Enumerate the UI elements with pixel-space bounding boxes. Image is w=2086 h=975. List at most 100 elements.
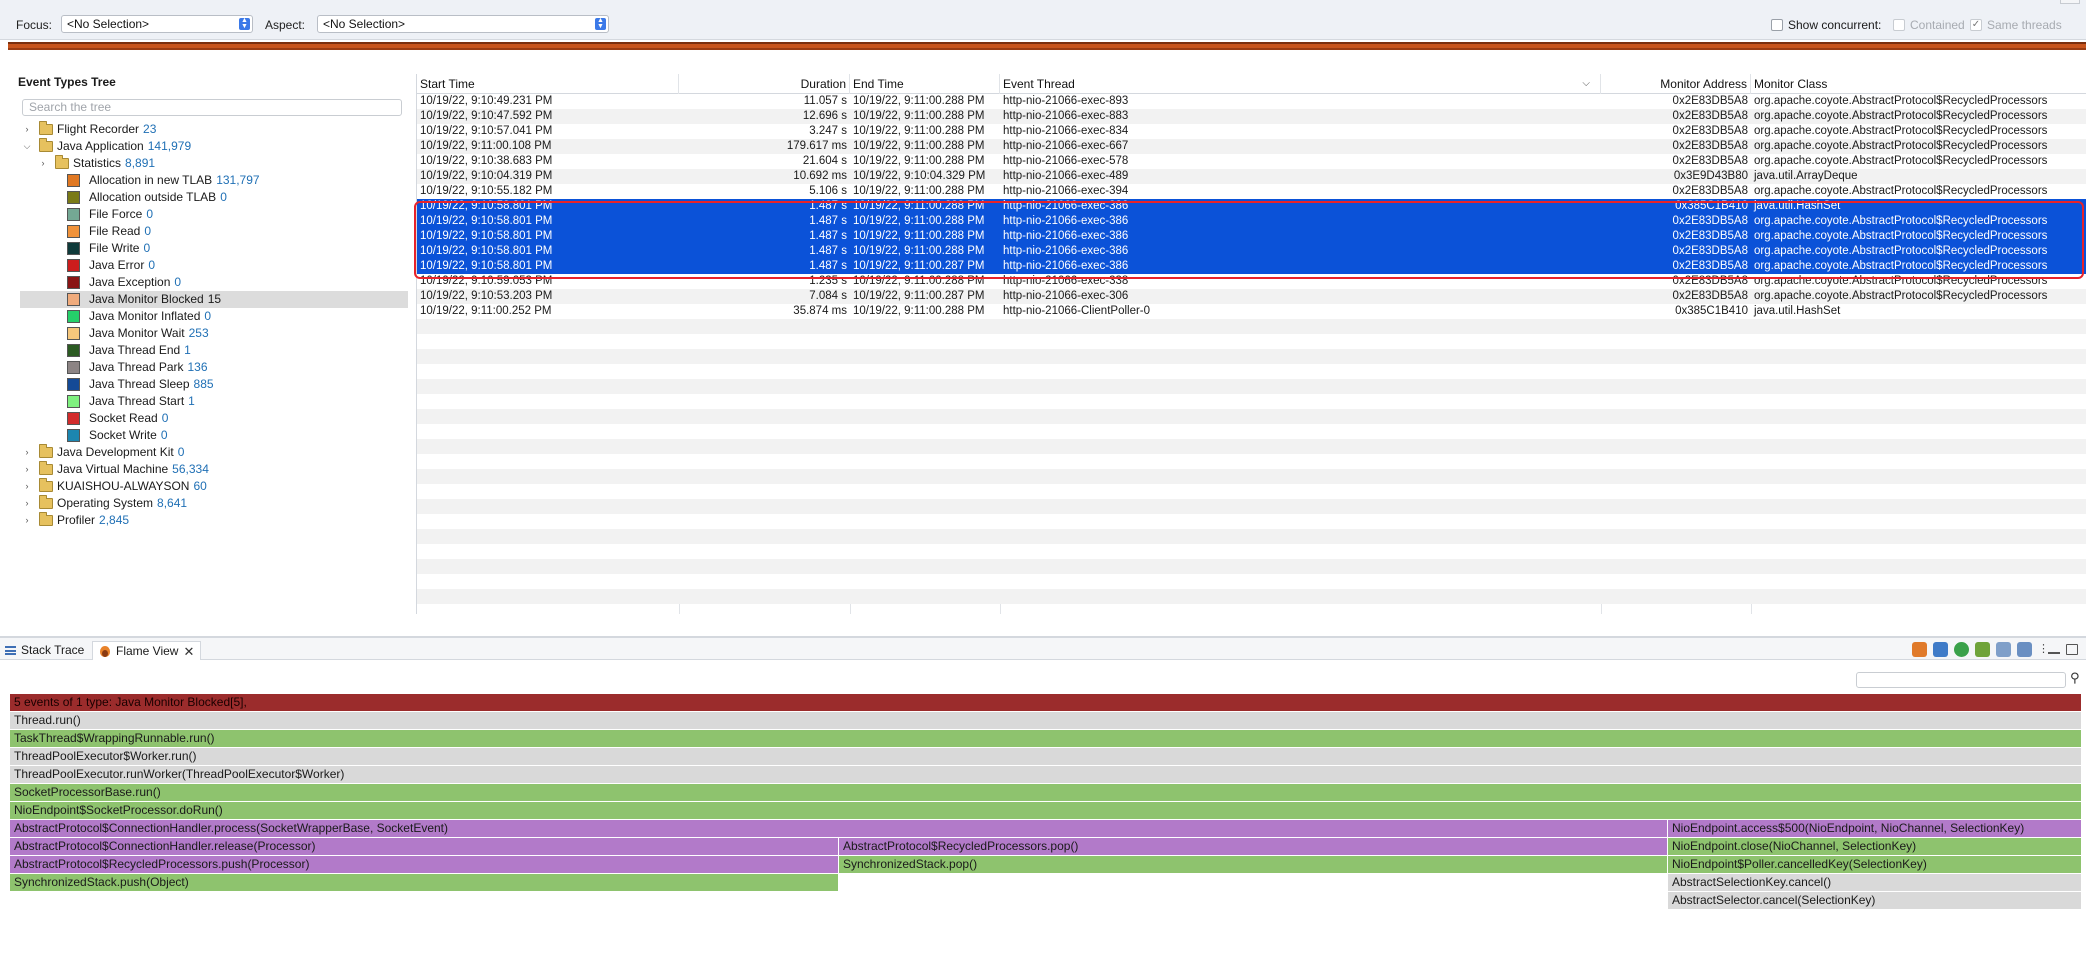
print-icon[interactable]: [2017, 642, 2032, 657]
tree-item[interactable]: File Read 0: [14, 223, 404, 240]
event-color-swatch: [67, 259, 80, 272]
flame-frame[interactable]: SynchronizedStack.push(Object): [10, 874, 839, 891]
chevron-right-icon[interactable]: ›: [22, 461, 32, 478]
same-threads-checkbox[interactable]: ✓ Same threads: [1970, 18, 2062, 32]
flame-frame[interactable]: AbstractSelectionKey.cancel(): [1668, 874, 2082, 891]
flame-frame[interactable]: 5 events of 1 type: Java Monitor Blocked…: [10, 694, 2082, 711]
flame-frame[interactable]: SocketProcessorBase.run(): [10, 784, 2082, 801]
run-icon[interactable]: [1954, 642, 1969, 657]
tree-item[interactable]: Java Thread Park 136: [14, 359, 404, 376]
flame-frame[interactable]: ThreadPoolExecutor$Worker.run(): [10, 748, 2082, 765]
tree-item[interactable]: File Force 0: [14, 206, 404, 223]
tree-item[interactable]: Java Monitor Wait 253: [14, 325, 404, 342]
flame-frame[interactable]: NioEndpoint.access$500(NioEndpoint, NioC…: [1668, 820, 2082, 837]
tree-item[interactable]: Java Exception 0: [14, 274, 404, 291]
tree-item[interactable]: Java Thread Start 1: [14, 393, 404, 410]
flame-frame[interactable]: TaskThread$WrappingRunnable.run(): [10, 730, 2082, 747]
chevron-right-icon[interactable]: ›: [22, 121, 32, 138]
close-icon[interactable]: ✕: [183, 642, 194, 661]
more-icon[interactable]: ⋮: [2038, 642, 2049, 657]
flame-frame[interactable]: AbstractProtocol$ConnectionHandler.relea…: [10, 838, 839, 855]
flame-frame[interactable]: NioEndpoint$Poller.cancelledKey(Selectio…: [1668, 856, 2082, 873]
timeline-range-bar[interactable]: [8, 42, 2086, 50]
tree-item[interactable]: Java Error 0: [14, 257, 404, 274]
col-duration[interactable]: Duration: [679, 74, 850, 94]
tree-search-input[interactable]: Search the tree: [22, 99, 402, 116]
table-row[interactable]: 10/19/22, 9:10:38.683 PM 21.604 s 10/19/22…: [417, 154, 2086, 169]
tree-item[interactable]: › Java Development Kit 0: [14, 444, 404, 461]
contained-checkbox[interactable]: Contained: [1893, 18, 1965, 32]
flame-frame[interactable]: AbstractSelector.cancel(SelectionKey): [1668, 892, 2082, 909]
search-flame-icon[interactable]: [1975, 642, 1990, 657]
table-row[interactable]: 10/19/22, 9:10:58.801 PM 1.487 s 10/19/22,…: [417, 244, 2086, 259]
tree-item[interactable]: Socket Read 0: [14, 410, 404, 427]
cell-monitor-class: org.apache.coyote.AbstractProtocol$Recyc…: [1754, 125, 2048, 137]
tree-item[interactable]: › Flight Recorder 23: [14, 121, 404, 138]
cell-end-time: 10/19/22, 9:11:00.288 PM: [853, 200, 985, 212]
tree-item[interactable]: File Write 0: [14, 240, 404, 257]
col-event-thread-label: Event Thread: [1003, 77, 1075, 91]
table-row[interactable]: 10/19/22, 9:11:00.252 PM 35.874 ms 10/19/2…: [417, 304, 2086, 319]
table-row[interactable]: 10/19/22, 9:10:58.801 PM 1.487 s 10/19/22,…: [417, 214, 2086, 229]
flame-color-icon[interactable]: [1912, 642, 1927, 657]
flame-frame[interactable]: AbstractProtocol$RecycledProcessors.pop(…: [839, 838, 1668, 855]
thread-filter-icon[interactable]: [1933, 642, 1948, 657]
tree-item[interactable]: Java Monitor Blocked 15: [20, 291, 408, 308]
table-row[interactable]: 10/19/22, 9:10:53.203 PM 7.084 s 10/19/22,…: [417, 289, 2086, 304]
event-color-swatch: [67, 293, 80, 306]
table-row[interactable]: 10/19/22, 9:10:49.231 PM 11.057 s 10/19/22…: [417, 94, 2086, 109]
tree-item[interactable]: Allocation in new TLAB 131,797: [14, 172, 404, 189]
chevron-right-icon[interactable]: ›: [22, 512, 32, 529]
col-end-time[interactable]: End Time: [850, 74, 1000, 94]
tab-stack-trace[interactable]: Stack Trace: [5, 641, 84, 660]
tree-item[interactable]: › KUAISHOU-ALWAYSON 60: [14, 478, 404, 495]
tree-item[interactable]: Allocation outside TLAB 0: [14, 189, 404, 206]
tree-item[interactable]: Java Monitor Inflated 0: [14, 308, 404, 325]
flame-frame[interactable]: AbstractProtocol$RecycledProcessors.push…: [10, 856, 839, 873]
focus-select[interactable]: <No Selection> ▲ ▼: [61, 15, 253, 33]
save-icon[interactable]: [1996, 642, 2011, 657]
flame-frame[interactable]: SynchronizedStack.pop(): [839, 856, 1668, 873]
table-row[interactable]: 10/19/22, 9:10:55.182 PM 5.106 s 10/19/22,…: [417, 184, 2086, 199]
search-icon[interactable]: ⚲: [2070, 670, 2080, 686]
table-row[interactable]: 10/19/22, 9:10:58.801 PM 1.487 s 10/19/22,…: [417, 259, 2086, 274]
table-row[interactable]: 10/19/22, 9:11:00.108 PM 179.617 ms 10/19/…: [417, 139, 2086, 154]
tab-flame-view[interactable]: Flame View ✕: [92, 641, 202, 661]
table-row[interactable]: 10/19/22, 9:10:58.801 PM 1.487 s 10/19/22,…: [417, 199, 2086, 214]
flame-frame[interactable]: AbstractProtocol$ConnectionHandler.proce…: [10, 820, 1668, 837]
chevron-down-icon[interactable]: ⌵: [22, 138, 32, 155]
tree-item[interactable]: Socket Write 0: [14, 427, 404, 444]
tree-item[interactable]: › Operating System 8,641: [14, 495, 404, 512]
table-row[interactable]: 10/19/22, 9:10:57.041 PM 3.247 s 10/19/22,…: [417, 124, 2086, 139]
col-monitor-address[interactable]: Monitor Address: [1601, 74, 1751, 94]
maximize-icon[interactable]: [2066, 644, 2078, 655]
chevron-right-icon[interactable]: ›: [38, 155, 48, 172]
tree-item[interactable]: › Profiler 2,845: [14, 512, 404, 529]
tree-item[interactable]: Java Thread End 1: [14, 342, 404, 359]
flame-frame[interactable]: NioEndpoint$SocketProcessor.doRun(): [10, 802, 2082, 819]
cell-monitor-class: org.apache.coyote.AbstractProtocol$Recyc…: [1754, 140, 2048, 152]
table-row[interactable]: 10/19/22, 9:10:04.319 PM 10.692 ms 10/19/2…: [417, 169, 2086, 184]
aspect-select[interactable]: <No Selection> ▲ ▼: [317, 15, 609, 33]
flame-frame[interactable]: ThreadPoolExecutor.runWorker(ThreadPoolE…: [10, 766, 2082, 783]
flame-frame[interactable]: NioEndpoint.close(NioChannel, SelectionK…: [1668, 838, 2082, 855]
table-row[interactable]: 10/19/22, 9:10:58.801 PM 1.487 s 10/19/22,…: [417, 229, 2086, 244]
table-row[interactable]: 10/19/22, 9:10:47.592 PM 12.696 s 10/19/22…: [417, 109, 2086, 124]
tree-item[interactable]: Java Thread Sleep 885: [14, 376, 404, 393]
chevron-right-icon[interactable]: ›: [22, 478, 32, 495]
flame-search-input[interactable]: [1856, 672, 2066, 688]
col-monitor-class[interactable]: Monitor Class: [1751, 74, 2086, 94]
tree-item[interactable]: › Java Virtual Machine 56,334: [14, 461, 404, 478]
minimize-icon[interactable]: [2048, 646, 2060, 654]
empty-row: [417, 319, 2086, 334]
table-row[interactable]: 10/19/22, 9:10:59.053 PM 1.235 s 10/19/22,…: [417, 274, 2086, 289]
show-concurrent-checkbox[interactable]: Show concurrent:: [1771, 18, 1881, 32]
tree-item[interactable]: › Statistics 8,891: [14, 155, 404, 172]
chevron-right-icon[interactable]: ›: [22, 495, 32, 512]
col-event-thread[interactable]: Event Thread ⌵: [1000, 74, 1601, 94]
flame-frame[interactable]: Thread.run(): [10, 712, 2082, 729]
col-start-time[interactable]: Start Time: [417, 74, 679, 94]
tree-item[interactable]: ⌵ Java Application 141,979: [14, 138, 404, 155]
cell-duration: 11.057 s: [803, 95, 847, 107]
chevron-right-icon[interactable]: ›: [22, 444, 32, 461]
